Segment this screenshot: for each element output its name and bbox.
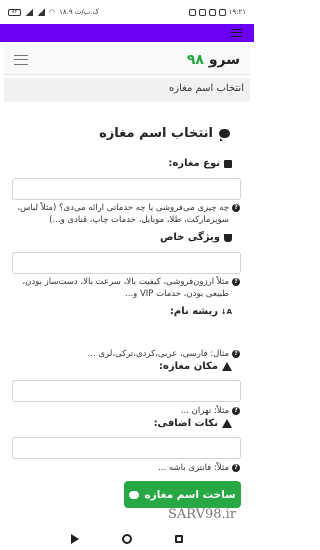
status-left: ۸۲ ◠ ۱۸.۹ ک.ب/ث — [8, 8, 99, 16]
question-icon: ? — [232, 204, 240, 212]
network-speed: ۱۸.۹ ک.ب/ث — [59, 8, 99, 16]
extra-notes-help: ? مثلاً: فانتزی باشه ... — [12, 462, 240, 474]
page-title-text: انتخاب اسم مغازه — [99, 126, 213, 141]
location-label-text: مکان مغازه: — [158, 361, 218, 372]
signal-icon — [37, 8, 45, 16]
shield-icon — [198, 8, 206, 16]
feature-input[interactable] — [12, 252, 241, 274]
instagram-icon — [188, 8, 196, 16]
shop-type-help: ? چه چیزی می‌فروشی یا چه خدماتی ارائه می… — [12, 202, 240, 226]
message-icon — [218, 8, 226, 16]
status-bar: ۸۲ ◠ ۱۸.۹ ک.ب/ث ۱۹:۲۱ — [0, 0, 254, 24]
system-navigation-bar — [0, 528, 254, 550]
shop-type-label: نوع مغازه: — [168, 158, 232, 169]
breadcrumb: انتخاب اسم مغازه — [4, 78, 250, 102]
battery-icon: ۸۲ — [8, 8, 21, 16]
question-icon: ? — [232, 407, 240, 415]
submit-label: ساخت اسم مغازه — [144, 488, 236, 501]
extra-notes-help-text: مثلاً: فانتزی باشه ... — [158, 463, 229, 473]
extra-notes-label: نکات اضافی: — [154, 418, 232, 429]
feature-label-text: ویژگی خاص — [159, 232, 220, 243]
shop-type-input[interactable] — [12, 178, 241, 200]
telegram-icon — [208, 8, 216, 16]
app-menu-icon[interactable] — [231, 29, 242, 37]
name-root-label: A↓ ریشه نام: — [170, 306, 232, 317]
status-time: ۱۹:۲۱ — [228, 8, 246, 16]
question-icon: ? — [232, 350, 240, 358]
status-right: ۱۹:۲۱ — [188, 8, 246, 16]
brand-text: سرو — [208, 51, 240, 68]
app-bar — [0, 24, 254, 42]
sort-az-icon: A↓ — [220, 307, 232, 316]
location-label: مکان مغازه: — [159, 361, 232, 372]
warning-icon — [222, 362, 232, 371]
signal-icon — [25, 8, 33, 16]
location-input[interactable] — [12, 380, 241, 402]
comments-icon — [129, 490, 140, 499]
site-navbar: سرو ۹۸ — [4, 45, 250, 75]
hamburger-menu-icon[interactable] — [14, 54, 28, 65]
home-icon[interactable] — [121, 534, 132, 544]
location-help: ? مثلاً: تهران ... — [12, 405, 240, 417]
watermark: SARV98.ir — [168, 507, 237, 522]
basket-icon — [224, 233, 232, 242]
recent-apps-icon[interactable] — [174, 535, 183, 543]
extra-notes-label-text: نکات اضافی: — [153, 418, 218, 429]
store-icon — [224, 159, 232, 168]
feature-help-text: مثلاً ارزون‌فروشی، کیفیت بالا، سرعت بالا… — [22, 277, 229, 299]
submit-button[interactable]: ساخت اسم مغازه — [124, 481, 241, 508]
feature-label: ویژگی خاص — [160, 232, 232, 243]
name-root-help-text: مثال: فارسی، عربی،کردی،ترکی،لری ... — [87, 349, 229, 359]
comments-icon — [219, 129, 230, 141]
site-logo[interactable]: سرو ۹۸ — [187, 52, 240, 68]
back-icon[interactable] — [71, 534, 80, 544]
shop-type-help-text: چه چیزی می‌فروشی یا چه خدماتی ارائه می‌د… — [17, 203, 229, 225]
location-help-text: مثلاً: تهران ... — [180, 406, 229, 416]
name-root-help: ? مثال: فارسی، عربی،کردی،ترکی،لری ... — [12, 348, 240, 360]
brand-number: ۹۸ — [186, 51, 204, 68]
shop-type-label-text: نوع مغازه: — [168, 158, 220, 169]
feature-help: ? مثلاً ارزون‌فروشی، کیفیت بالا، سرعت با… — [12, 276, 240, 300]
warning-icon — [222, 419, 232, 428]
wifi-icon: ◠ — [49, 8, 56, 16]
extra-notes-input[interactable] — [12, 437, 241, 459]
question-icon: ? — [232, 278, 240, 286]
question-icon: ? — [232, 464, 240, 472]
name-root-label-text: ریشه نام: — [169, 306, 218, 317]
page-title: انتخاب اسم مغازه — [99, 126, 230, 141]
